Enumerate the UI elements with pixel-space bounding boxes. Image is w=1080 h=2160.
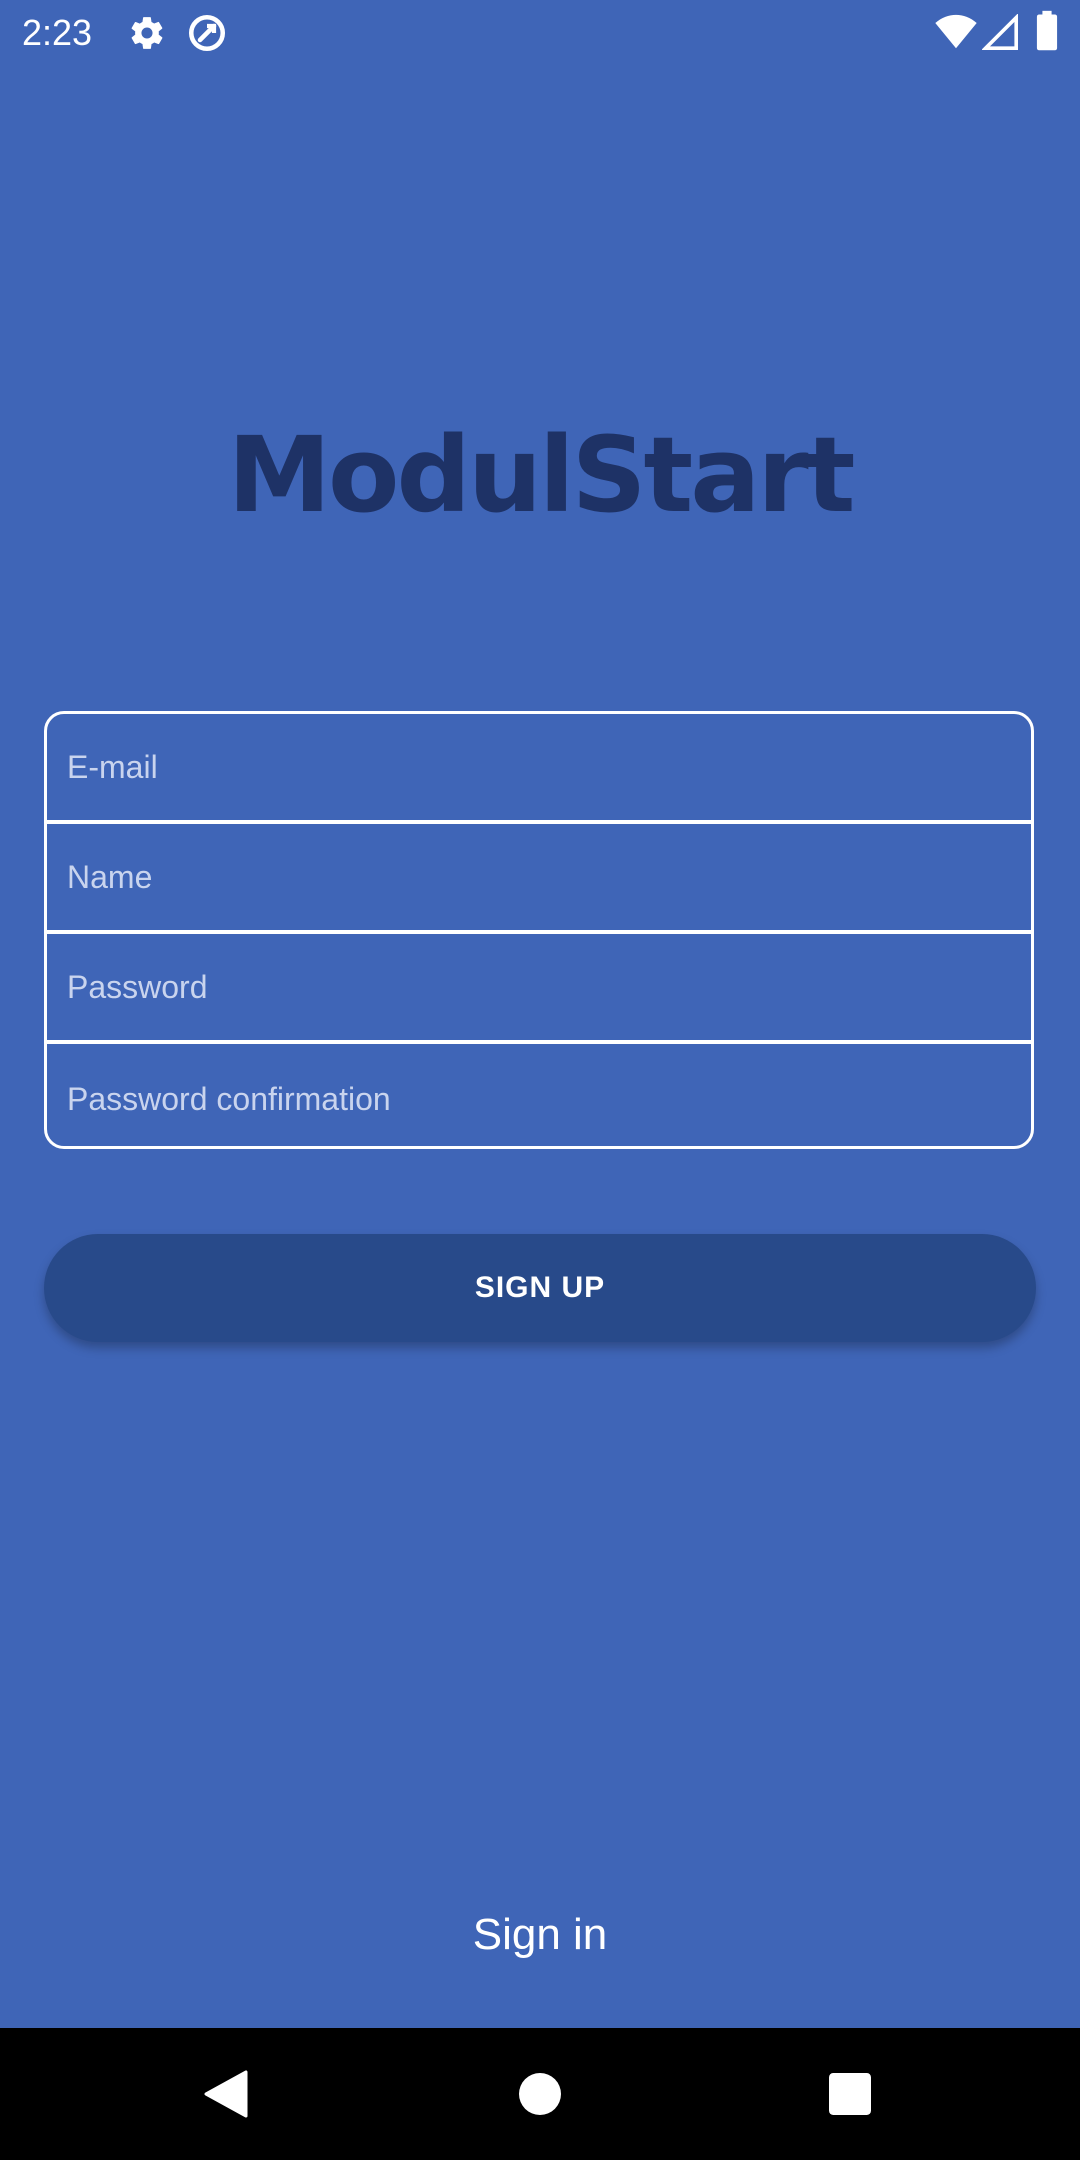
wifi-icon [934,14,978,55]
password-field[interactable] [47,934,1031,1040]
password-confirmation-field-container [47,1044,1031,1146]
navigation-bar [0,2028,1080,2160]
password-confirmation-field[interactable] [47,1044,1031,1146]
status-bar: 2:23 [0,0,1080,66]
sign-up-button[interactable]: SIGN UP [44,1234,1036,1342]
sync-icon [186,12,228,59]
battery-icon [1036,10,1058,57]
name-field-container [47,824,1031,934]
settings-icon [128,14,166,57]
sign-in-link[interactable]: Sign in [0,1905,1080,1965]
recents-button[interactable] [770,2028,930,2160]
back-button[interactable] [146,2028,306,2160]
name-field[interactable] [47,824,1031,930]
password-field-container [47,934,1031,1044]
app-title: ModulStart [227,414,856,536]
email-field[interactable] [47,714,1031,820]
email-field-container [47,714,1031,824]
status-time: 2:23 [22,12,93,53]
home-button[interactable] [460,2028,620,2160]
cell-signal-icon [981,13,1018,55]
signup-form [44,711,1034,1149]
